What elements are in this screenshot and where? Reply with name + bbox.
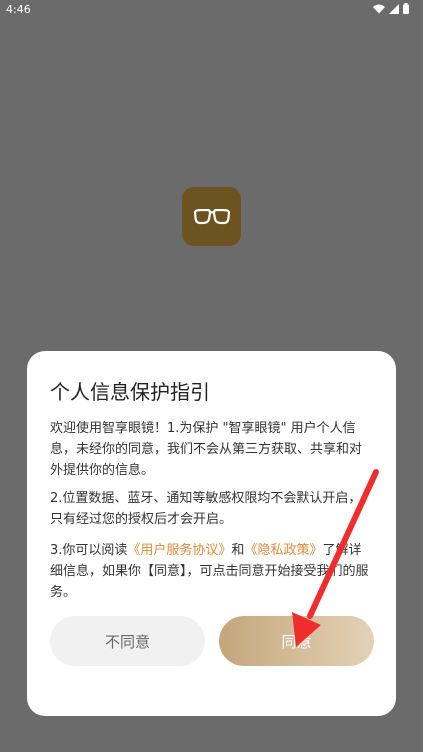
privacy-policy-link[interactable]: 《隐私政策》 — [244, 543, 322, 558]
status-time: 4:46 — [6, 3, 31, 16]
battery-icon — [403, 3, 409, 14]
para3-and: 和 — [231, 543, 245, 558]
dialog-title: 个人信息保护指引 — [50, 380, 210, 404]
user-agreement-link[interactable]: 《用户服务协议》 — [127, 543, 231, 558]
privacy-paragraph-1: 欢迎使用智享眼镜！1.为保护 "智享眼镜" 用户个人信息，未经你的同意，我们不会… — [50, 421, 363, 478]
status-bar: 4:46 — [0, 0, 423, 18]
wifi-icon — [373, 4, 385, 13]
para3-prefix: 3.你可以阅读 — [50, 543, 128, 558]
app-logo — [182, 187, 241, 246]
privacy-dialog: 个人信息保护指引 欢迎使用智享眼镜！1.为保护 "智享眼镜" 用户个人信息，未经… — [27, 351, 396, 716]
decline-button[interactable]: 不同意 — [50, 616, 205, 666]
glasses-icon — [193, 208, 230, 224]
agree-button[interactable]: 同意 — [219, 616, 374, 666]
privacy-paragraph-3: 3.你可以阅读《用户服务协议》和《隐私政策》了解详细信息，如果你【同意】，可点击… — [50, 540, 373, 603]
signal-icon — [389, 3, 399, 14]
status-icons — [373, 3, 409, 14]
privacy-paragraph-2: 2.位置数据、蓝牙、通知等敏感权限均不会默认开启，只有经过您的授权后才会开启。 — [50, 491, 362, 527]
